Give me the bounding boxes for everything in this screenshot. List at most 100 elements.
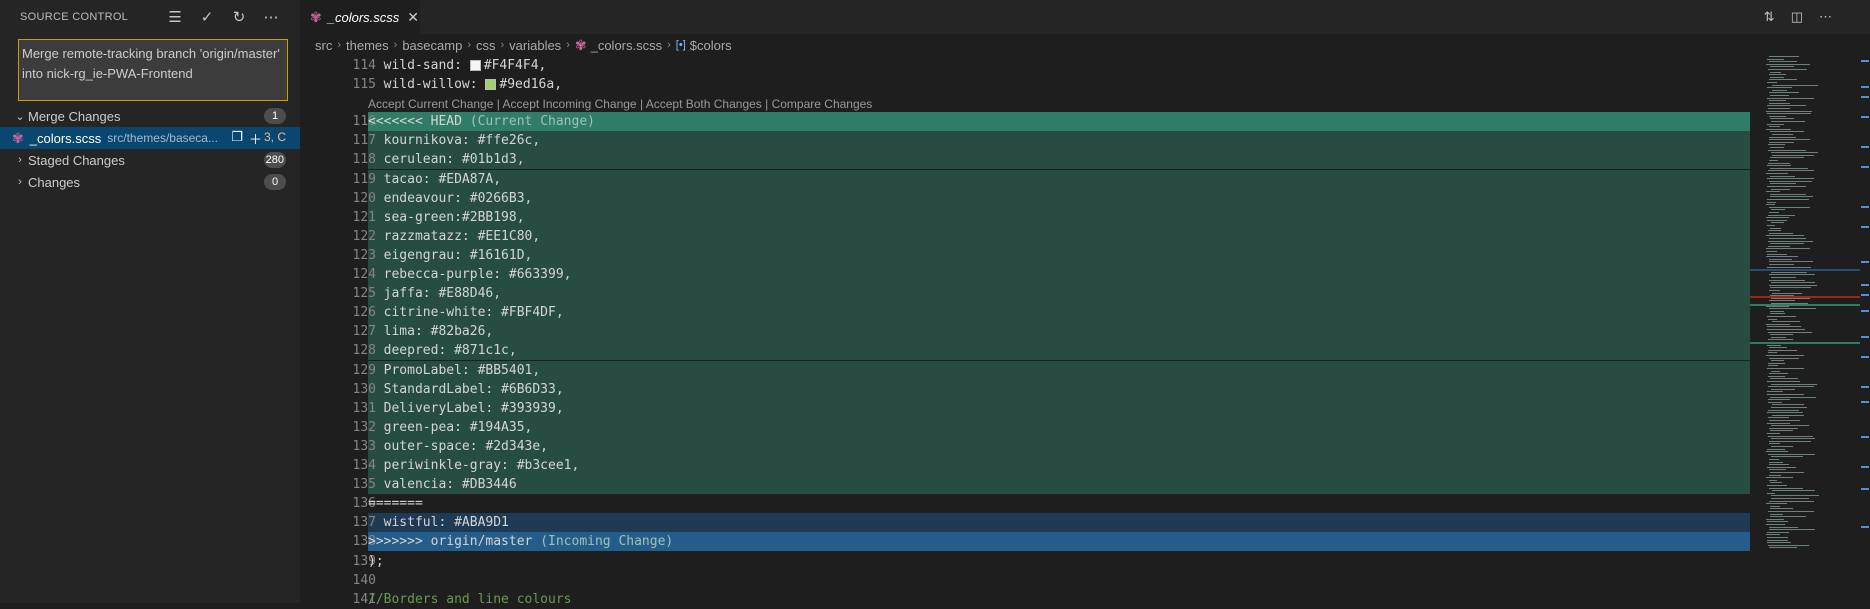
code-text: sea-green:#2BB198, — [368, 209, 525, 225]
check-icon[interactable]: ✓ — [196, 6, 218, 28]
minimap-line — [1768, 240, 1814, 242]
code-line[interactable]: 128 deepred: #871c1c, — [353, 341, 1750, 361]
code-line[interactable]: 116 <<<<<<< HEAD (Current Change) — [353, 112, 1750, 132]
staged-changes-group[interactable]: › Staged Changes 280 — [0, 149, 300, 171]
minimap-line — [1768, 349, 1797, 351]
minimap-line — [1770, 76, 1785, 78]
minimap-line — [1768, 232, 1794, 234]
minimap-line — [1771, 89, 1788, 91]
code-line[interactable]: 126 citrine-white: #FBF4DF, — [353, 303, 1750, 323]
minimap-line — [1771, 154, 1814, 156]
code-text: kournikova: #ffe26c, — [368, 133, 541, 149]
close-icon[interactable]: ✕ — [407, 9, 419, 26]
merge-changes-count: 1 — [264, 108, 286, 124]
breadcrumb-item[interactable]: themes — [346, 38, 389, 53]
code-line[interactable]: 137 wistful: #ABA9D1 — [353, 513, 1750, 533]
breadcrumb-item[interactable]: css — [476, 38, 496, 53]
color-swatch[interactable] — [469, 60, 481, 71]
minimap-line — [1770, 425, 1809, 427]
minimap-line — [1770, 243, 1804, 245]
more-icon[interactable]: ⋯ — [260, 6, 282, 28]
breadcrumb-item[interactable]: src — [315, 38, 332, 53]
minimap-line — [1769, 183, 1797, 185]
minimap-line — [1767, 69, 1807, 70]
open-file-icon[interactable]: ❐ — [231, 129, 243, 148]
minimap-line — [1768, 375, 1786, 377]
code-line[interactable]: 131 DeliveryLabel: #393939, — [353, 398, 1750, 418]
scrollbar[interactable] — [1860, 56, 1870, 603]
code-line[interactable]: 140 — [300, 571, 1750, 590]
code-line[interactable]: 136 ======= — [300, 494, 1750, 513]
scrollbar-marker — [1861, 146, 1869, 148]
merge-changes-label: Merge Changes — [28, 108, 121, 124]
code-line[interactable]: 139); — [300, 552, 1750, 571]
minimap-line — [1766, 204, 1776, 206]
scrollbar-marker — [1861, 466, 1869, 468]
minimap-line — [1766, 225, 1776, 226]
tab-colors-scss[interactable]: ✾ _colors.scss ✕ — [300, 0, 420, 34]
split-editor-icon[interactable]: ◫ — [1791, 9, 1803, 25]
changed-file-item[interactable]: ✾ _colors.scss src/themes/baseca... ❐ ＋ … — [0, 127, 300, 149]
minimap-line — [1768, 180, 1812, 182]
minimap-line — [1766, 391, 1783, 393]
breadcrumb-item[interactable]: $colors — [690, 38, 732, 53]
open-changes-icon[interactable]: ⇅ — [1764, 9, 1775, 25]
minimap-line — [1769, 66, 1794, 68]
minimap-line — [1767, 199, 1809, 200]
minimap-line — [1766, 123, 1784, 125]
code-line[interactable]: 115 wild-willow: #9ed16a, — [300, 75, 1750, 94]
minimap-line — [1766, 539, 1788, 541]
code-line[interactable]: 123 eigengrau: #16161D, — [353, 245, 1750, 265]
code-line[interactable]: 124 rebecca-purple: #663399, — [353, 265, 1750, 284]
line-number: 118 — [352, 152, 376, 168]
minimap-line — [1767, 201, 1777, 203]
code-line[interactable]: 114 wild-sand: #F4F4F4, — [300, 56, 1750, 75]
code-line[interactable]: 117 kournikova: #ffe26c, — [353, 131, 1750, 151]
code-line[interactable]: 138 >>>>>>> origin/master (Incoming Chang… — [353, 532, 1750, 552]
code-line[interactable]: 135 valencia: #DB3446 — [353, 475, 1750, 495]
code-line[interactable]: 130 StandardLabel: #6B6D33, — [353, 379, 1750, 399]
code-text: ======= — [368, 496, 423, 512]
code-line[interactable]: 127 lima: #82ba26, — [353, 322, 1750, 342]
minimap-line — [1769, 500, 1814, 502]
code-line[interactable]: 141//Borders and line colours — [300, 590, 1750, 609]
minimap-line — [1770, 438, 1816, 440]
code-line[interactable]: 134 periwinkle-gray: #b3cee1, — [353, 456, 1750, 475]
code-line[interactable]: 122 razzmatazz: #EE1C80, — [353, 226, 1750, 246]
merge-changes-group[interactable]: ⌄ Merge Changes 1 — [0, 105, 300, 127]
code-line[interactable]: 125 jaffa: #E88D46, — [353, 284, 1750, 304]
more-icon[interactable]: ⋯ — [1819, 9, 1832, 25]
changes-group[interactable]: › Changes 0 — [0, 171, 300, 193]
minimap-line — [1771, 134, 1793, 135]
breadcrumb-item[interactable]: basecamp — [402, 38, 462, 53]
refresh-icon[interactable]: ↻ — [228, 6, 250, 28]
sidebar-header: SOURCE CONTROL ☰ ✓ ↻ ⋯ — [0, 0, 300, 34]
breadcrumb-item[interactable]: _colors.scss — [591, 38, 663, 53]
line-number: 116 — [352, 114, 376, 130]
code-line[interactable]: 121 sea-green:#2BB198, — [353, 207, 1750, 227]
tree-view-icon[interactable]: ☰ — [164, 6, 186, 28]
commit-message-input[interactable]: Merge remote-tracking branch 'origin/mas… — [18, 39, 288, 101]
scrollbar-marker — [1861, 261, 1869, 263]
code-line[interactable]: 129 PromoLabel: #BB5401, — [353, 360, 1750, 380]
code-line[interactable]: 118 cerulean: #01b1d3, — [353, 150, 1750, 170]
breadcrumb-item[interactable]: variables — [509, 38, 561, 53]
minimap-line — [1771, 188, 1790, 190]
minimap-line — [1767, 245, 1790, 247]
stage-plus-icon[interactable]: ＋ — [249, 129, 262, 148]
code-line[interactable]: 120 endeavour: #0266B3, — [353, 188, 1750, 208]
code-line[interactable]: 133 outer-space: #2d343e, — [353, 436, 1750, 456]
color-swatch[interactable] — [485, 79, 497, 91]
code-line[interactable]: 132 green-pea: #194A35, — [353, 417, 1750, 437]
minimap-line — [1766, 503, 1787, 505]
minimap[interactable] — [1750, 56, 1860, 603]
minimap-line — [1767, 144, 1786, 146]
minimap-line — [1767, 162, 1791, 164]
code-line[interactable]: 119 tacao: #EDA87A, — [353, 169, 1750, 189]
minimap-line — [1766, 451, 1789, 453]
code-text: periwinkle-gray: #b3cee1, — [368, 458, 580, 473]
code-editor[interactable]: 114 wild-sand: #F4F4F4, 115 wild-willow: … — [300, 56, 1750, 607]
code-text: jaffa: #E88D46, — [368, 286, 502, 302]
minimap-line — [1768, 526, 1799, 528]
merge-codelens[interactable]: Accept Current Change | Accept Incoming … — [368, 97, 872, 111]
